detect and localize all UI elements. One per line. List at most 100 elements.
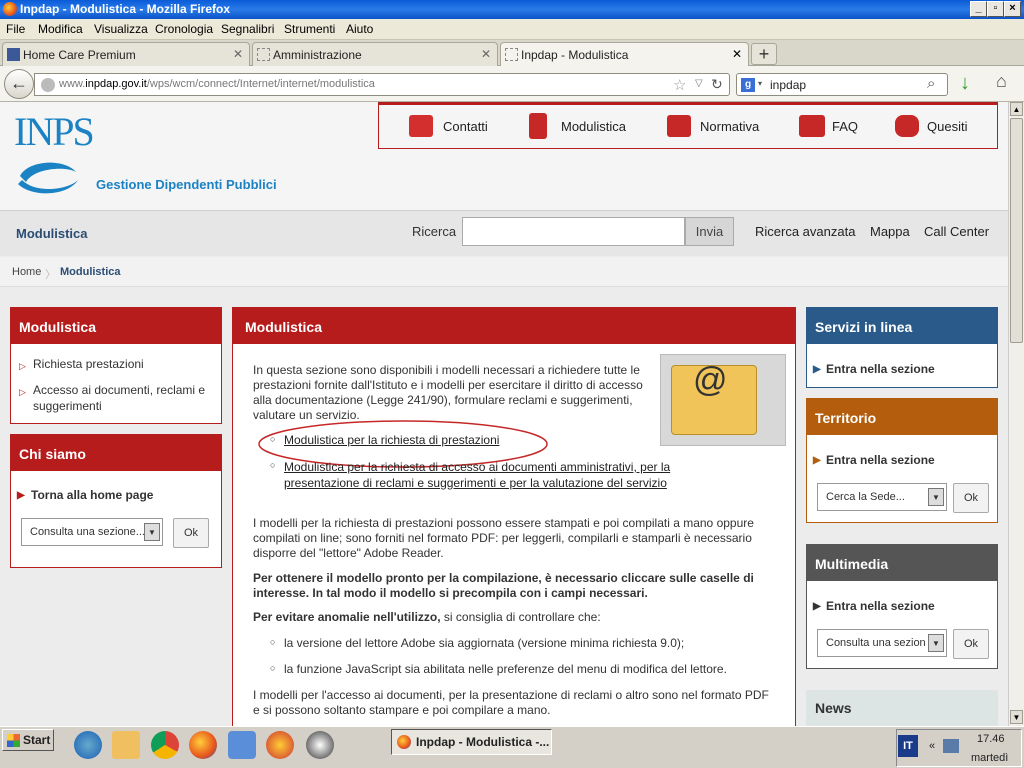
- search-input[interactable]: inpdap: [770, 78, 806, 92]
- tab-home-care[interactable]: Home Care Premium ✕: [2, 42, 250, 66]
- triangle-icon: ▶: [17, 490, 25, 501]
- maximize-button[interactable]: ▫: [987, 1, 1004, 17]
- taskbar: Start Inpdap - Modulistica -... IT « 17.…: [0, 726, 1024, 768]
- minimize-button[interactable]: _: [970, 1, 987, 17]
- sidebox-header: Chi siamo: [11, 435, 221, 471]
- search-icon[interactable]: ⌕: [927, 75, 935, 92]
- multimedia-link[interactable]: ▶ Entra nella sezione: [813, 598, 935, 614]
- sede-select[interactable]: Cerca la Sede... ▼: [817, 483, 947, 511]
- section-select[interactable]: Consulta una sezione... ▼: [21, 518, 163, 546]
- chevron-down-icon: ▼: [928, 634, 944, 652]
- paragraph-compilazione: Per ottenere il modello pronto per la co…: [253, 571, 754, 600]
- triangle-icon: ▷: [19, 387, 26, 397]
- sidebar-item-accesso[interactable]: ▷ Accesso ai documenti, reclami e suggeri…: [19, 382, 218, 414]
- sidebar-item-richiesta[interactable]: ▷ Richiesta prestazioni: [19, 356, 218, 372]
- media-player-icon[interactable]: [306, 731, 334, 759]
- tab-inpdap[interactable]: Inpdap - Modulistica ✕: [500, 42, 749, 67]
- menu-cronologia[interactable]: Cronologia: [155, 22, 213, 36]
- taskbar-firefox-window[interactable]: Inpdap - Modulistica -...: [391, 729, 552, 755]
- site-search-input[interactable]: [462, 217, 685, 246]
- chevron-down-icon: ▼: [928, 488, 944, 506]
- ricerca-avanzata-link[interactable]: Ricerca avanzata: [755, 224, 855, 239]
- app-icon[interactable]: [228, 731, 256, 759]
- folder-icon[interactable]: [112, 731, 140, 759]
- url-text: www.inpdap.gov.it/wps/wcm/connect/Intern…: [59, 78, 375, 90]
- close-tab-icon[interactable]: ✕: [481, 47, 491, 61]
- sidebox-header: Modulistica: [11, 308, 221, 344]
- intro-text: In questa sezione sono disponibili i mod…: [253, 363, 643, 422]
- start-button[interactable]: Start: [2, 729, 54, 751]
- close-tab-icon[interactable]: ✕: [233, 47, 243, 61]
- ok-button[interactable]: Ok: [173, 518, 209, 548]
- chrome-icon[interactable]: [151, 731, 179, 759]
- breadcrumb: Home 〉 Modulistica: [0, 257, 1008, 287]
- nav-contatti[interactable]: Contatti: [443, 119, 488, 134]
- window-title: Inpdap - Modulistica - Mozilla Firefox: [20, 2, 231, 16]
- menu-aiuto[interactable]: Aiuto: [346, 22, 373, 36]
- scroll-thumb[interactable]: [1010, 118, 1023, 343]
- nav-faq[interactable]: FAQ: [832, 119, 858, 134]
- mail-illustration: @: [660, 354, 786, 446]
- network-icon[interactable]: [943, 739, 959, 753]
- ok-button[interactable]: Ok: [953, 629, 989, 659]
- multimedia-select[interactable]: Consulta una sezione ▼: [817, 629, 947, 657]
- tab-amministrazione[interactable]: Amministrazione ✕: [252, 42, 498, 66]
- home-page-link[interactable]: ▶ Torna alla home page: [17, 487, 216, 503]
- nav-normativa[interactable]: Normativa: [700, 119, 759, 134]
- servizi-link[interactable]: ▶ Entra nella sezione: [813, 361, 935, 377]
- bullet-adobe: la versione del lettore Adobe sia aggior…: [284, 636, 685, 650]
- dropdown-icon[interactable]: ▽: [695, 78, 703, 89]
- url-bar[interactable]: www.inpdap.gov.it/wps/wcm/connect/Intern…: [34, 73, 730, 96]
- territorio-link[interactable]: ▶ Entra nella sezione: [813, 452, 935, 468]
- sidebox-header: Servizi in linea: [807, 308, 997, 344]
- tray-icon: [667, 115, 691, 137]
- navigation-bar: ← www.inpdap.gov.it/wps/wcm/connect/Inte…: [0, 66, 1024, 102]
- call-center-link[interactable]: Call Center: [924, 224, 989, 239]
- bookmark-star-icon[interactable]: ☆: [673, 76, 686, 94]
- window-titlebar: Inpdap - Modulistica - Mozilla Firefox _…: [0, 0, 1024, 19]
- new-tab-button[interactable]: +: [751, 43, 777, 65]
- book-icon: [529, 113, 547, 139]
- burn-icon[interactable]: [266, 731, 294, 759]
- sidebox-header: Territorio: [807, 399, 997, 435]
- mail-icon: [409, 115, 433, 137]
- search-bar[interactable]: g ▾ inpdap ⌕: [736, 73, 948, 96]
- firefox-taskbar-icon[interactable]: [189, 731, 217, 759]
- home-icon[interactable]: ⌂: [996, 71, 1007, 92]
- chevron-down-icon: ▼: [144, 523, 160, 541]
- top-navigation: Contatti Modulistica Normativa FAQ Quesi…: [378, 102, 998, 149]
- page-icon: [257, 48, 270, 61]
- back-button[interactable]: ←: [4, 69, 34, 99]
- vertical-scrollbar[interactable]: ▲ ▼: [1008, 102, 1024, 726]
- nav-quesiti[interactable]: Quesiti: [927, 119, 967, 134]
- menu-visualizza[interactable]: Visualizza: [94, 22, 148, 36]
- breadcrumb-home[interactable]: Home: [12, 266, 41, 278]
- menu-strumenti[interactable]: Strumenti: [284, 22, 335, 36]
- mappa-link[interactable]: Mappa: [870, 224, 910, 239]
- scroll-up-icon[interactable]: ▲: [1010, 102, 1023, 116]
- paragraph-stampa: I modelli per la richiesta di prestazion…: [253, 516, 754, 560]
- clock-time[interactable]: 17.46: [977, 733, 1005, 745]
- engine-dropdown-icon[interactable]: ▾: [758, 79, 762, 88]
- download-icon[interactable]: ↓: [960, 72, 970, 95]
- link-accesso-documenti[interactable]: Modulistica per la richiesta di accesso …: [284, 459, 744, 491]
- close-tab-icon[interactable]: ✕: [732, 47, 742, 61]
- nav-modulistica[interactable]: Modulistica: [561, 119, 626, 134]
- triangle-icon: ▶: [813, 364, 821, 375]
- close-button[interactable]: ×: [1004, 1, 1021, 17]
- search-submit-button[interactable]: Invia: [685, 217, 734, 246]
- clock-day[interactable]: martedì: [971, 752, 1008, 764]
- menu-file[interactable]: File: [6, 22, 25, 36]
- reload-icon[interactable]: ↻: [711, 76, 723, 93]
- scroll-down-icon[interactable]: ▼: [1010, 710, 1023, 724]
- menu-modifica[interactable]: Modifica: [38, 22, 83, 36]
- menu-segnalibri[interactable]: Segnalibri: [221, 22, 274, 36]
- internet-explorer-icon[interactable]: [74, 731, 102, 759]
- breadcrumb-separator: 〉: [45, 269, 56, 281]
- triangle-icon: ▶: [813, 455, 821, 466]
- show-hidden-icons[interactable]: «: [929, 740, 935, 752]
- main-header: Modulistica: [233, 308, 795, 344]
- ok-button[interactable]: Ok: [953, 483, 989, 513]
- logo-subtitle: Gestione Dipendenti Pubblici: [96, 177, 277, 192]
- inps-logo[interactable]: INPS: [14, 108, 95, 155]
